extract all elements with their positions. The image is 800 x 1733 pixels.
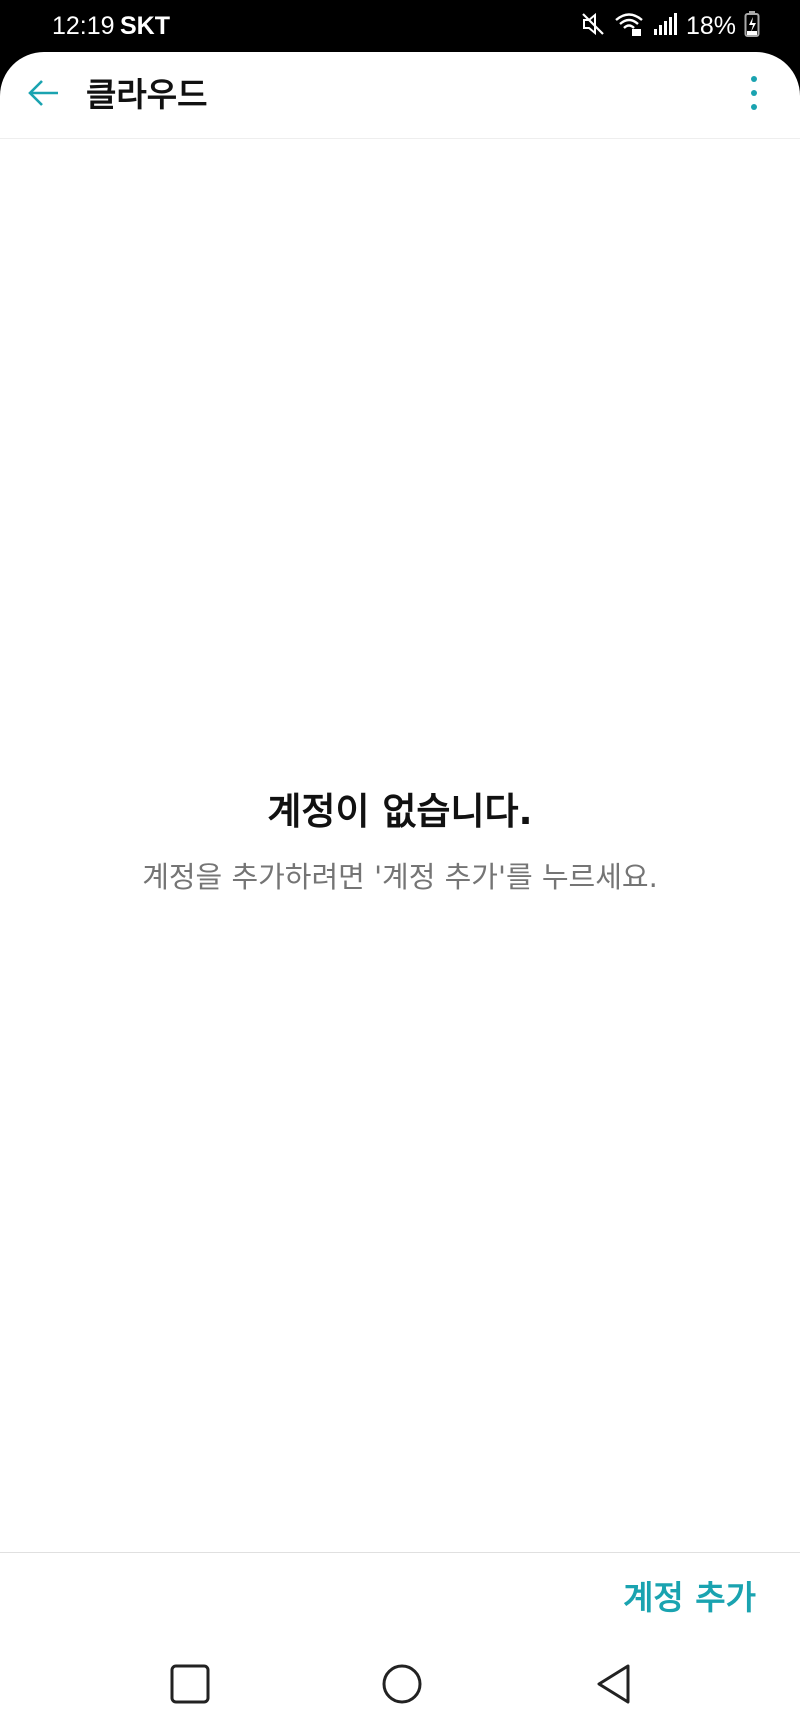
battery-charging-icon — [744, 10, 760, 42]
navigation-bar — [0, 1638, 800, 1733]
mute-icon — [580, 11, 606, 41]
status-bar: 12:19 SKT 18% — [0, 0, 800, 52]
empty-state: 계정이 없습니다. 계정을 추가하려면 '계정 추가'를 누르세요. — [0, 787, 800, 897]
signal-icon — [652, 11, 678, 41]
recents-button[interactable] — [160, 1656, 220, 1716]
home-icon — [381, 1663, 423, 1709]
wifi-icon — [614, 11, 644, 41]
app-surface: 클라우드 계정이 없습니다. 계정을 추가하려면 '계정 추가'를 누르세요. … — [0, 52, 800, 1733]
home-button[interactable] — [372, 1656, 432, 1716]
status-carrier: SKT — [120, 12, 170, 40]
app-bar: 클라우드 — [0, 52, 800, 139]
status-icons: 18% — [580, 10, 760, 42]
bottom-divider — [0, 1552, 800, 1553]
back-button[interactable] — [18, 69, 70, 121]
page-title: 클라우드 — [86, 75, 208, 114]
battery-percentage: 18% — [685, 12, 736, 40]
nav-back-button[interactable] — [584, 1656, 644, 1716]
recents-icon — [170, 1664, 210, 1708]
more-vert-icon — [749, 73, 759, 117]
screen: 12:19 SKT 18% 클라우드 계정이 없습니다. 계정을 추가하려면 '… — [0, 0, 800, 1733]
status-time: 12:19 — [52, 12, 115, 40]
more-options-button[interactable] — [728, 69, 780, 121]
back-arrow-icon — [26, 75, 62, 115]
add-account-button[interactable]: 계정 추가 — [623, 1570, 756, 1626]
nav-back-icon — [594, 1663, 634, 1709]
empty-state-description: 계정을 추가하려면 '계정 추가'를 누르세요. — [142, 860, 658, 894]
empty-state-title: 계정이 없습니다. — [267, 790, 533, 833]
